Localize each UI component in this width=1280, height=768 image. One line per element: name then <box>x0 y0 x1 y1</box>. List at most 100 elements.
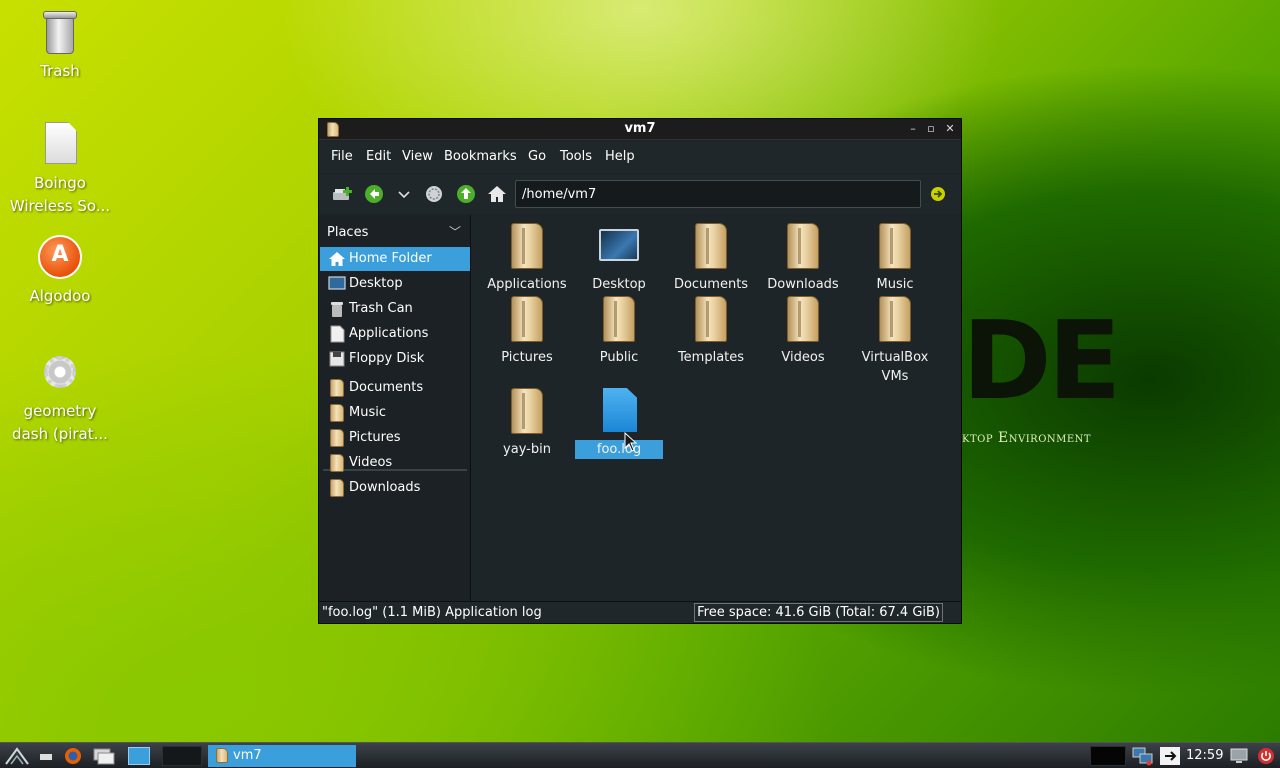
cpu-monitor <box>1090 746 1126 766</box>
chevron-down-icon: ﹀ <box>448 225 461 239</box>
sidebar-item-desktop[interactable]: Desktop <box>320 272 470 296</box>
file-item-music[interactable]: Music <box>847 223 943 294</box>
file-item-yay-bin[interactable]: yay-bin <box>479 388 575 459</box>
status-bar: "foo.log" (1.1 MiB) Application log Free… <box>319 601 961 623</box>
file-item-desktop[interactable]: Desktop <box>571 223 667 294</box>
file-item-templates[interactable]: Templates <box>663 296 759 367</box>
sidebar-item-label: Trash Can <box>349 301 413 316</box>
sidebar-item-label: Music <box>349 405 386 420</box>
sidebar-item-floppy-disk[interactable]: Floppy Disk <box>320 347 470 371</box>
menu-bookmarks[interactable]: Bookmarks <box>444 149 517 164</box>
gear-icon <box>36 348 84 396</box>
file-item-applications[interactable]: Applications <box>479 223 575 294</box>
status-selection-info: "foo.log" (1.1 MiB) Application log <box>322 605 542 620</box>
file-name: Downloads <box>767 277 839 292</box>
desktop-icon <box>599 223 639 269</box>
power-icon[interactable] <box>1256 746 1276 766</box>
minimize-all-icon[interactable] <box>36 746 56 766</box>
places-header[interactable]: Places ﹀ <box>319 221 471 245</box>
reload-button[interactable] <box>423 183 445 205</box>
mouse-cursor-icon <box>624 432 638 452</box>
sidebar-item-label: Home Folder <box>349 251 432 266</box>
desktop-icon-algodoo[interactable]: Algodoo <box>0 233 120 308</box>
minimize-button[interactable]: – <box>905 121 921 137</box>
folder-icon <box>507 296 547 342</box>
sidebar-item-pictures[interactable]: Pictures <box>320 426 470 450</box>
sidebar-item-home-folder[interactable]: Home Folder <box>320 247 470 271</box>
sidebar-item-trash-can[interactable]: Trash Can <box>320 297 470 321</box>
sidebar-item-label: Desktop <box>349 276 403 291</box>
places-header-label: Places <box>327 225 369 240</box>
file-name: VirtualBox VMs <box>861 350 929 384</box>
file-item-downloads[interactable]: Downloads <box>755 223 851 294</box>
menu-file[interactable]: File <box>331 149 353 164</box>
sidebar-item-videos[interactable]: Videos <box>320 451 470 475</box>
sidebar-item-applications[interactable]: Applications <box>320 322 470 346</box>
history-dropdown-button[interactable] <box>393 183 415 205</box>
desktop-icon-geometry-dash[interactable]: geometry dash (pirat... <box>0 348 120 446</box>
file-name: Public <box>599 350 639 365</box>
menu-go[interactable]: Go <box>528 149 546 164</box>
up-button[interactable] <box>455 183 477 205</box>
file-item-public[interactable]: Public <box>571 296 667 367</box>
file-name: Documents <box>673 277 749 292</box>
sidebar-item-music[interactable]: Music <box>320 401 470 425</box>
file-item-virtualbox-vms[interactable]: VirtualBox VMs <box>847 296 943 386</box>
folder-icon <box>875 296 915 342</box>
window-titlebar[interactable]: vm7 – ▫ ✕ <box>319 119 961 140</box>
network-icon[interactable] <box>1130 746 1154 766</box>
folder-icon <box>783 296 823 342</box>
algodoo-icon <box>36 233 84 281</box>
folder-icon <box>216 748 228 763</box>
trash-icon <box>36 8 84 56</box>
toolbar <box>319 175 961 213</box>
desktop-icon <box>328 275 346 293</box>
file-item-videos[interactable]: Videos <box>755 296 851 367</box>
back-button[interactable] <box>363 183 385 205</box>
sidebar-item-downloads[interactable]: Downloads <box>320 476 470 500</box>
file-item-pictures[interactable]: Pictures <box>479 296 575 367</box>
file-view: Applications Desktop Documents Downloads… <box>473 215 961 601</box>
workspace-2-button[interactable] <box>162 746 204 766</box>
home-icon <box>328 250 346 268</box>
new-tab-button[interactable] <box>331 183 353 205</box>
folder-icon <box>783 223 823 269</box>
go-button[interactable] <box>927 183 949 205</box>
menu-help[interactable]: Help <box>605 149 635 164</box>
sidebar-item-label: Applications <box>349 326 429 341</box>
home-button[interactable] <box>486 183 508 205</box>
folder-icon <box>328 454 346 472</box>
sidebar-item-label: Documents <box>349 380 424 395</box>
start-menu-icon[interactable] <box>4 746 30 766</box>
file-item-documents[interactable]: Documents <box>663 223 759 294</box>
file-name: Desktop <box>592 277 646 292</box>
taskbar-item-label: vm7 <box>233 748 262 763</box>
desktop-icon-label: geometry dash (pirat... <box>12 402 108 443</box>
menu-bar: File Edit View Bookmarks Go Tools Help <box>319 141 961 173</box>
firefox-icon[interactable] <box>62 746 84 766</box>
file-name: Applications <box>487 277 567 292</box>
file-name: Pictures <box>501 350 553 365</box>
location-input[interactable] <box>515 180 921 208</box>
display-icon[interactable] <box>1228 746 1250 766</box>
menu-edit[interactable]: Edit <box>366 149 391 164</box>
taskbar-item-vm7[interactable]: vm7 <box>208 745 356 767</box>
applications-icon <box>328 325 346 343</box>
logout-switch-icon[interactable] <box>1158 746 1182 766</box>
maximize-button[interactable]: ▫ <box>923 121 939 137</box>
folder-icon <box>507 388 547 434</box>
menu-tools[interactable]: Tools <box>560 149 592 164</box>
file-item-foo-log[interactable]: foo.log <box>571 388 667 459</box>
desktop-icon-boingo[interactable]: Boingo Wireless So... <box>0 120 120 218</box>
clock[interactable]: 12:59 <box>1186 748 1223 763</box>
window-title: vm7 <box>624 121 656 136</box>
workspace-1-button[interactable] <box>128 746 154 766</box>
file-manager-icon[interactable] <box>92 746 116 766</box>
desktop-icon-label: Boingo Wireless So... <box>9 174 111 215</box>
wallpaper-subtitle: ktop Environment <box>962 430 1092 446</box>
desktop-icon-trash[interactable]: Trash <box>0 8 120 83</box>
close-button[interactable]: ✕ <box>942 121 958 137</box>
wallpaper-logo: DE <box>962 299 1121 424</box>
menu-view[interactable]: View <box>402 149 433 164</box>
sidebar-item-documents[interactable]: Documents <box>320 376 470 400</box>
